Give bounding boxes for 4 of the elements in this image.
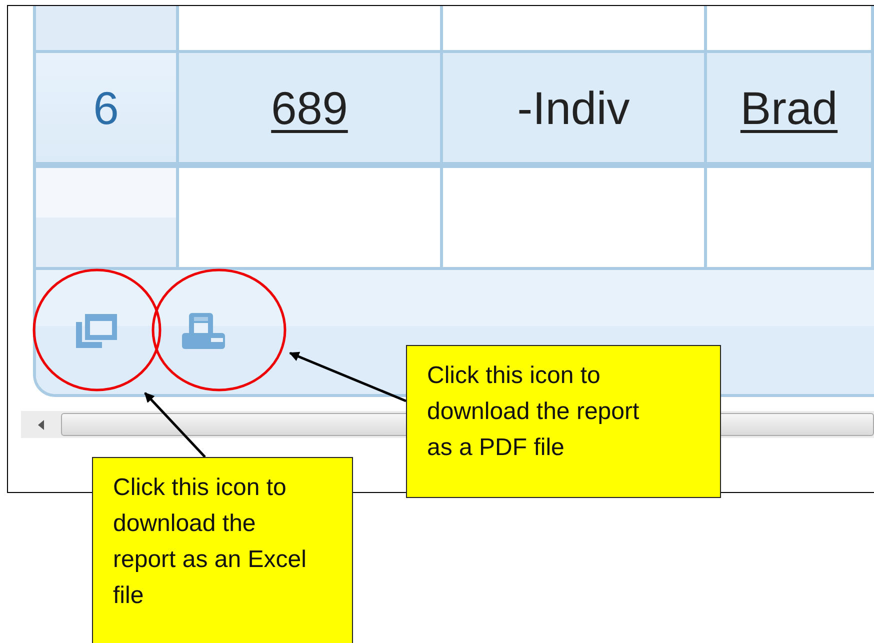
callout-tooltip: Click this icon to download the report as an Excel file [92,457,353,643]
callout-tooltip: Click this icon to download the report as a PDF file [406,345,721,498]
cell-text: 6 [93,80,119,134]
cell-text: -Indiv [517,80,630,134]
